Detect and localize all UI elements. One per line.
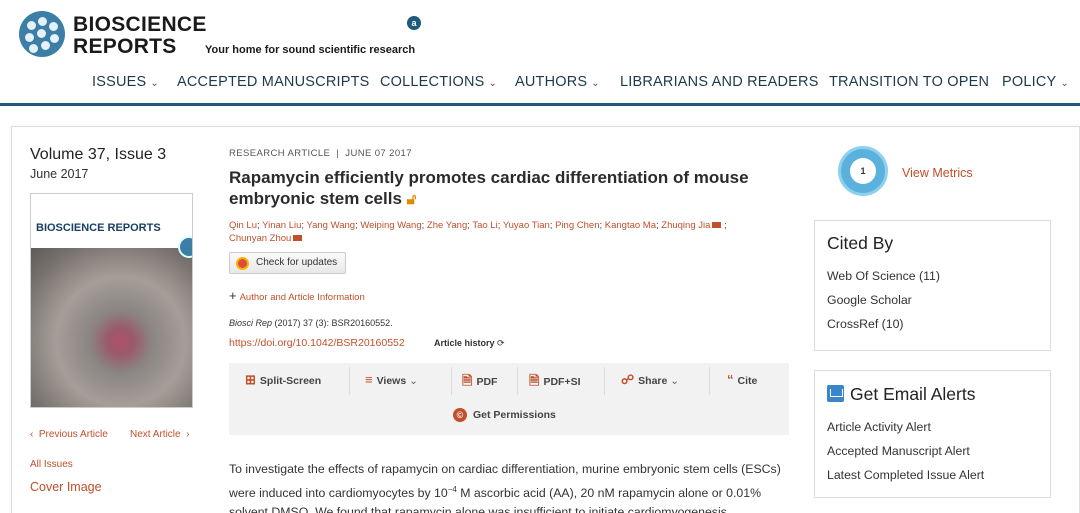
check-for-updates-button[interactable]: Check for updates — [229, 252, 346, 274]
issue-date: June 2017 — [30, 167, 89, 181]
metric-count: 1 — [850, 158, 876, 184]
view-metrics-link[interactable]: View Metrics — [902, 166, 973, 180]
previous-article-link[interactable]: ‹ Previous Article — [30, 429, 108, 440]
chevron-down-icon: ⌄ — [1060, 78, 1069, 89]
alert-article-activity[interactable]: Article Activity Alert — [827, 420, 931, 434]
author-link[interactable]: Yang Wang — [306, 220, 355, 231]
author-link[interactable]: Tao Li — [472, 220, 497, 231]
share-icon: ☍ — [621, 372, 635, 387]
altmetric-badge-icon[interactable]: 1 — [838, 146, 888, 196]
pdf-icon: 🗎︎ — [529, 373, 540, 388]
cover-badge-icon — [178, 236, 192, 258]
toolbar-divider — [517, 367, 518, 395]
alert-accepted-manuscript[interactable]: Accepted Manuscript Alert — [827, 444, 970, 458]
open-access-icon: a — [407, 16, 421, 30]
toolbar-divider — [451, 367, 452, 395]
article-type: RESEARCH ARTICLE — [229, 148, 331, 159]
chevron-down-icon: ⌄ — [591, 78, 600, 89]
share-dropdown[interactable]: ☍ Share ⌄ — [621, 372, 679, 388]
cited-by-google-scholar[interactable]: Google Scholar — [827, 293, 912, 307]
next-article-link[interactable]: Next Article › — [130, 429, 189, 440]
author-link[interactable]: Yinan Liu — [262, 220, 301, 231]
chevron-down-icon: ⌄ — [409, 375, 418, 387]
cover-image-link[interactable]: Cover Image — [30, 480, 102, 494]
cite-icon: “ — [727, 372, 734, 387]
nav-policy[interactable]: POLICY ⌄ — [1002, 74, 1069, 90]
author-link[interactable]: Ping Chen — [555, 220, 599, 231]
issue-volume[interactable]: Volume 37, Issue 3 — [30, 146, 166, 164]
pdf-icon: 🗎︎ — [462, 373, 473, 388]
author-link[interactable]: Weiping Wang — [360, 220, 421, 231]
toolbar-divider — [709, 367, 710, 395]
email-alerts-title: Get Email Alerts — [827, 384, 975, 405]
toolbar-divider — [349, 367, 350, 395]
doi-link[interactable]: https://doi.org/10.1042/BSR20160552 — [229, 337, 405, 349]
article-type-line: RESEARCH ARTICLE | JUNE 07 2017 — [229, 148, 412, 159]
email-alerts-box: Get Email Alerts Article Activity Alert … — [814, 370, 1051, 498]
cited-by-title: Cited By — [827, 233, 894, 253]
main-nav: ISSUES ⌄ ACCEPTED MANUSCRIPTS COLLECTIONS… — [0, 74, 1080, 96]
article-history-toggle[interactable]: Article history ⟳ — [434, 338, 505, 349]
views-dropdown[interactable]: ≡ Views ⌄ — [365, 372, 418, 387]
author-link[interactable]: Kangtao Ma — [605, 220, 656, 231]
nav-collections[interactable]: COLLECTIONS ⌄ — [380, 74, 497, 90]
cited-by-crossref[interactable]: CrossRef (10) — [827, 317, 904, 331]
menu-icon: ≡ — [365, 372, 373, 387]
nav-transition-to-open[interactable]: TRANSITION TO OPEN — [829, 74, 989, 90]
plus-icon: + — [229, 288, 237, 303]
chevron-down-icon: ⌄ — [150, 78, 159, 89]
email-icon[interactable] — [293, 234, 303, 241]
nav-accepted-manuscripts[interactable]: ACCEPTED MANUSCRIPTS — [177, 74, 370, 90]
cited-by-web-of-science[interactable]: Web Of Science (11) — [827, 269, 940, 283]
toolbar-divider — [604, 367, 605, 395]
article-toolbar: ⊞ Split-Screen ≡ Views ⌄ 🗎︎ PDF 🗎︎ PDF+SI ☍ S… — [229, 363, 789, 435]
alert-latest-issue[interactable]: Latest Completed Issue Alert — [827, 468, 984, 482]
author-list: Qin Lu; Yinan Liu; Yang Wang; Weiping Wa… — [229, 220, 727, 244]
journal-logo-icon[interactable] — [19, 11, 65, 57]
nav-authors[interactable]: AUTHORS ⌄ — [515, 74, 600, 90]
cover-header: BIOSCIENCE REPORTS — [31, 194, 192, 248]
open-access-lock-icon: 🔓︎ — [406, 191, 417, 208]
cited-by-box: Cited By Web Of Science (11) Google Scho… — [814, 220, 1051, 351]
author-link[interactable]: Yuyao Tian — [503, 220, 550, 231]
site-header: BIOSCIENCE REPORTS a Your home for sound… — [0, 0, 1080, 106]
nav-issues[interactable]: ISSUES ⌄ — [92, 74, 159, 90]
author-link[interactable]: Chunyan Zhou — [229, 233, 291, 244]
author-link[interactable]: Qin Lu — [229, 220, 257, 231]
split-screen-button[interactable]: ⊞ Split-Screen — [245, 372, 321, 388]
article-title: Rapamycin efficiently promotes cardiac d… — [229, 168, 749, 208]
article-date: JUNE 07 2017 — [345, 148, 412, 159]
get-permissions-button[interactable]: © Get Permissions — [453, 408, 556, 422]
copyright-icon: © — [453, 408, 467, 422]
all-issues-link[interactable]: All Issues — [30, 459, 73, 470]
cover-title: BIOSCIENCE REPORTS — [36, 222, 161, 234]
pdf-button[interactable]: 🗎︎ PDF — [462, 372, 497, 394]
tagline: Your home for sound scientific research — [205, 44, 416, 56]
split-screen-icon: ⊞ — [245, 372, 256, 387]
citation-line: Biosci Rep (2017) 37 (3): BSR20160552. — [229, 318, 393, 328]
chevron-down-icon: ⌄ — [488, 78, 498, 89]
pdf-si-button[interactable]: 🗎︎ PDF+SI — [529, 372, 581, 394]
nav-librarians[interactable]: LIBRARIANS AND READERS — [620, 74, 819, 90]
cite-button[interactable]: “Cite — [727, 372, 757, 387]
cover-image — [31, 248, 192, 407]
author-link[interactable]: Zhe Yang — [427, 220, 467, 231]
envelope-icon — [827, 385, 844, 402]
author-link[interactable]: Zhuqing Jia — [661, 220, 710, 231]
author-info-toggle[interactable]: + Author and Article Information — [229, 288, 365, 303]
chevron-down-icon: ⌄ — [670, 375, 680, 387]
history-icon: ⟳ — [497, 338, 505, 348]
abstract-text: To investigate the effects of rapamycin … — [229, 462, 781, 513]
crossmark-icon — [236, 257, 249, 270]
journal-logo-text[interactable]: BIOSCIENCE REPORTS — [73, 14, 207, 58]
cover-thumbnail[interactable]: BIOSCIENCE REPORTS — [30, 193, 193, 408]
